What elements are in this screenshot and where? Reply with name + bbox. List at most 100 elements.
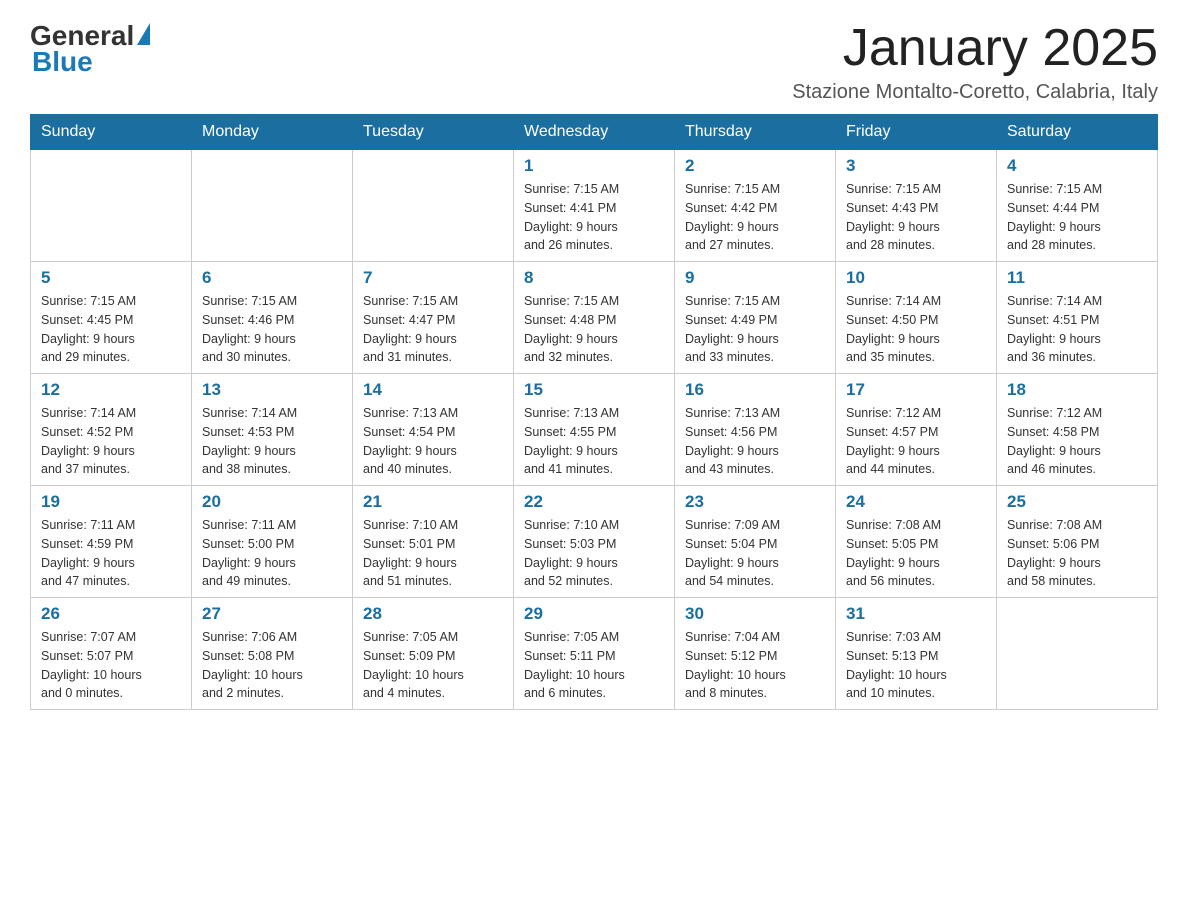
day-info: Sunrise: 7:14 AMSunset: 4:53 PMDaylight:…	[202, 404, 342, 479]
calendar-cell: 3 Sunrise: 7:15 AMSunset: 4:43 PMDaylight…	[836, 150, 997, 262]
location-subtitle: Stazione Montalto-Coretto, Calabria, Ita…	[792, 81, 1158, 104]
weekday-header-friday: Friday	[836, 115, 997, 150]
month-title: January 2025	[792, 20, 1158, 77]
calendar-cell: 17 Sunrise: 7:12 AMSunset: 4:57 PMDayligh…	[836, 374, 997, 486]
calendar-cell: 28 Sunrise: 7:05 AMSunset: 5:09 PMDayligh…	[353, 598, 514, 710]
week-row-3: 12Sunrise: 7:14 AMSunset: 4:52 PMDayligh…	[31, 374, 1158, 486]
calendar-cell: 20 Sunrise: 7:11 AMSunset: 5:00 PMDayligh…	[192, 486, 353, 598]
day-number: 21	[363, 492, 503, 512]
day-info: Sunrise: 7:09 AMSunset: 5:04 PMDaylight:…	[685, 516, 825, 591]
calendar-cell	[192, 150, 353, 262]
weekday-header-saturday: Saturday	[997, 115, 1158, 150]
calendar-cell: 9 Sunrise: 7:15 AMSunset: 4:49 PMDaylight…	[675, 262, 836, 374]
weekday-header-monday: Monday	[192, 115, 353, 150]
week-row-1: 1Sunrise: 7:15 AMSunset: 4:41 PMDaylight…	[31, 150, 1158, 262]
day-number: 3	[846, 156, 986, 176]
calendar-cell: 31 Sunrise: 7:03 AMSunset: 5:13 PMDayligh…	[836, 598, 997, 710]
day-info: Sunrise: 7:15 AMSunset: 4:43 PMDaylight:…	[846, 180, 986, 255]
header: General Blue January 2025 Stazione Monta…	[30, 20, 1158, 104]
weekday-header-wednesday: Wednesday	[514, 115, 675, 150]
calendar-cell: 23 Sunrise: 7:09 AMSunset: 5:04 PMDayligh…	[675, 486, 836, 598]
calendar-cell: 10 Sunrise: 7:14 AMSunset: 4:50 PMDayligh…	[836, 262, 997, 374]
day-number: 4	[1007, 156, 1147, 176]
calendar-cell: 27 Sunrise: 7:06 AMSunset: 5:08 PMDayligh…	[192, 598, 353, 710]
calendar-cell: 4Sunrise: 7:15 AMSunset: 4:44 PMDaylight…	[997, 150, 1158, 262]
weekday-header-thursday: Thursday	[675, 115, 836, 150]
day-number: 27	[202, 604, 342, 624]
calendar-cell: 25Sunrise: 7:08 AMSunset: 5:06 PMDayligh…	[997, 486, 1158, 598]
day-info: Sunrise: 7:13 AMSunset: 4:54 PMDaylight:…	[363, 404, 503, 479]
day-info: Sunrise: 7:10 AMSunset: 5:01 PMDaylight:…	[363, 516, 503, 591]
calendar-cell: 1Sunrise: 7:15 AMSunset: 4:41 PMDaylight…	[514, 150, 675, 262]
day-info: Sunrise: 7:14 AMSunset: 4:50 PMDaylight:…	[846, 292, 986, 367]
day-number: 24	[846, 492, 986, 512]
calendar-cell	[997, 598, 1158, 710]
day-number: 26	[41, 604, 181, 624]
day-info: Sunrise: 7:06 AMSunset: 5:08 PMDaylight:…	[202, 628, 342, 703]
day-info: Sunrise: 7:15 AMSunset: 4:46 PMDaylight:…	[202, 292, 342, 367]
calendar-cell: 15 Sunrise: 7:13 AMSunset: 4:55 PMDayligh…	[514, 374, 675, 486]
day-info: Sunrise: 7:12 AMSunset: 4:58 PMDaylight:…	[1007, 404, 1147, 479]
day-number: 16	[685, 380, 825, 400]
calendar-cell: 18Sunrise: 7:12 AMSunset: 4:58 PMDayligh…	[997, 374, 1158, 486]
day-number: 15	[524, 380, 664, 400]
day-number: 8	[524, 268, 664, 288]
day-number: 28	[363, 604, 503, 624]
calendar-cell: 16 Sunrise: 7:13 AMSunset: 4:56 PMDayligh…	[675, 374, 836, 486]
weekday-header-row: SundayMondayTuesdayWednesdayThursdayFrid…	[31, 115, 1158, 150]
day-info: Sunrise: 7:10 AMSunset: 5:03 PMDaylight:…	[524, 516, 664, 591]
day-number: 12	[41, 380, 181, 400]
day-number: 6	[202, 268, 342, 288]
calendar-cell: 2Sunrise: 7:15 AMSunset: 4:42 PMDaylight…	[675, 150, 836, 262]
week-row-2: 5 Sunrise: 7:15 AMSunset: 4:45 PMDaylight…	[31, 262, 1158, 374]
calendar-cell: 24 Sunrise: 7:08 AMSunset: 5:05 PMDayligh…	[836, 486, 997, 598]
day-info: Sunrise: 7:08 AMSunset: 5:05 PMDaylight:…	[846, 516, 986, 591]
calendar-cell: 6 Sunrise: 7:15 AMSunset: 4:46 PMDaylight…	[192, 262, 353, 374]
day-info: Sunrise: 7:15 AMSunset: 4:45 PMDaylight:…	[41, 292, 181, 367]
day-info: Sunrise: 7:05 AMSunset: 5:09 PMDaylight:…	[363, 628, 503, 703]
day-info: Sunrise: 7:11 AMSunset: 5:00 PMDaylight:…	[202, 516, 342, 591]
day-number: 7	[363, 268, 503, 288]
day-number: 5	[41, 268, 181, 288]
day-info: Sunrise: 7:15 AMSunset: 4:47 PMDaylight:…	[363, 292, 503, 367]
day-number: 17	[846, 380, 986, 400]
calendar-cell: 11 Sunrise: 7:14 AMSunset: 4:51 PMDayligh…	[997, 262, 1158, 374]
calendar-cell: 13 Sunrise: 7:14 AMSunset: 4:53 PMDayligh…	[192, 374, 353, 486]
day-info: Sunrise: 7:04 AMSunset: 5:12 PMDaylight:…	[685, 628, 825, 703]
day-info: Sunrise: 7:13 AMSunset: 4:55 PMDaylight:…	[524, 404, 664, 479]
day-number: 29	[524, 604, 664, 624]
day-info: Sunrise: 7:14 AMSunset: 4:51 PMDaylight:…	[1007, 292, 1147, 367]
day-info: Sunrise: 7:15 AMSunset: 4:48 PMDaylight:…	[524, 292, 664, 367]
weekday-header-sunday: Sunday	[31, 115, 192, 150]
day-info: Sunrise: 7:13 AMSunset: 4:56 PMDaylight:…	[685, 404, 825, 479]
day-number: 13	[202, 380, 342, 400]
week-row-4: 19Sunrise: 7:11 AMSunset: 4:59 PMDayligh…	[31, 486, 1158, 598]
day-info: Sunrise: 7:12 AMSunset: 4:57 PMDaylight:…	[846, 404, 986, 479]
day-number: 10	[846, 268, 986, 288]
day-number: 31	[846, 604, 986, 624]
calendar-cell: 19Sunrise: 7:11 AMSunset: 4:59 PMDayligh…	[31, 486, 192, 598]
day-info: Sunrise: 7:15 AMSunset: 4:42 PMDaylight:…	[685, 180, 825, 255]
day-number: 25	[1007, 492, 1147, 512]
day-number: 20	[202, 492, 342, 512]
day-number: 11	[1007, 268, 1147, 288]
calendar-cell: 14 Sunrise: 7:13 AMSunset: 4:54 PMDayligh…	[353, 374, 514, 486]
logo: General Blue	[30, 20, 150, 78]
calendar-table: SundayMondayTuesdayWednesdayThursdayFrid…	[30, 114, 1158, 710]
day-info: Sunrise: 7:03 AMSunset: 5:13 PMDaylight:…	[846, 628, 986, 703]
day-info: Sunrise: 7:15 AMSunset: 4:41 PMDaylight:…	[524, 180, 664, 255]
calendar-cell: 29Sunrise: 7:05 AMSunset: 5:11 PMDayligh…	[514, 598, 675, 710]
day-info: Sunrise: 7:15 AMSunset: 4:49 PMDaylight:…	[685, 292, 825, 367]
day-number: 23	[685, 492, 825, 512]
calendar-cell: 26 Sunrise: 7:07 AMSunset: 5:07 PMDayligh…	[31, 598, 192, 710]
day-number: 30	[685, 604, 825, 624]
title-area: January 2025 Stazione Montalto-Coretto, …	[792, 20, 1158, 104]
calendar-cell	[353, 150, 514, 262]
day-number: 22	[524, 492, 664, 512]
day-info: Sunrise: 7:07 AMSunset: 5:07 PMDaylight:…	[41, 628, 181, 703]
logo-blue-text: Blue	[32, 46, 93, 78]
day-number: 14	[363, 380, 503, 400]
calendar-cell: 12Sunrise: 7:14 AMSunset: 4:52 PMDayligh…	[31, 374, 192, 486]
calendar-cell: 8 Sunrise: 7:15 AMSunset: 4:48 PMDaylight…	[514, 262, 675, 374]
day-number: 9	[685, 268, 825, 288]
